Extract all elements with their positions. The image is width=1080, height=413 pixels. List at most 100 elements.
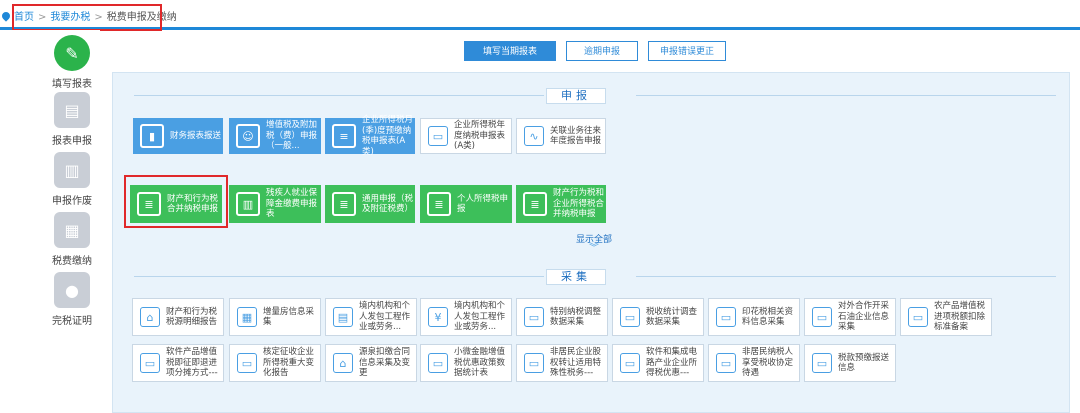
collect-item[interactable]: ▭ 小微金融增值税优惠政策数据统计表 [420, 344, 512, 382]
house-icon: ⌂ [333, 353, 353, 373]
monitor-icon: ▭ [716, 307, 736, 327]
monitor-icon: ▭ [812, 353, 832, 373]
card-label: 残疾人就业保障金缴费申报表 [266, 188, 318, 220]
collect-item[interactable]: ▭ 软件和集成电路产业企业所得税优惠--- [612, 344, 704, 382]
monitor-icon: ▭ [620, 353, 640, 373]
doc-icon: ≣ [523, 192, 547, 216]
card-label: 财产行为税和企业所得税合并纳税申报 [553, 188, 605, 220]
sidebar-item-report-declare[interactable]: ▤ 报表申报 [44, 92, 100, 147]
payment-icon: ▦ [54, 212, 90, 248]
tab-bar: 填写当期报表 逾期申报 申报错误更正 [0, 41, 1080, 63]
card-label: 增量房信息采集 [263, 306, 315, 328]
card-label: 企业所得税年度纳税申报表(A类) [454, 120, 506, 152]
building-icon: ▦ [237, 307, 257, 327]
card-label: 核定征收企业所得税重大变化报告 [263, 347, 315, 379]
sidebar-item-label: 报表申报 [52, 136, 92, 147]
section-title-collect: 采集 [546, 269, 606, 285]
card-label: 税收统计调查数据采集 [646, 306, 698, 328]
collect-item[interactable]: ▭ 税收统计调查数据采集 [612, 298, 704, 336]
chevron-down-icon: ︾ [589, 243, 599, 254]
collect-item[interactable]: ▭ 印花税相关资料信息采集 [708, 298, 800, 336]
monitor-icon: ▭ [237, 353, 257, 373]
collect-item[interactable]: ⌂ 源泉扣缴合同信息采集及变更 [325, 344, 417, 382]
collect-item[interactable]: ▭ 核定征收企业所得税重大变化报告 [229, 344, 321, 382]
tab-overdue[interactable]: 逾期申报 [566, 41, 638, 61]
monitor-icon: ▭ [428, 353, 448, 373]
card-combined-declare[interactable]: ≣ 财产行为税和企业所得税合并纳税申报 [516, 185, 606, 223]
card-label: 增值税及附加税（费）申报（一般... [266, 120, 318, 152]
collect-item[interactable]: ▭ 软件产品增值税即征即退进项分摊方式--- [132, 344, 224, 382]
divider [636, 276, 1056, 277]
house-icon: ⌂ [140, 307, 160, 327]
sidebar-item-label: 填写报表 [52, 79, 92, 90]
card-label: 境内机构和个人发包工程作业或劳务... [359, 301, 411, 333]
show-all-link[interactable]: 显示全部 ︾ [574, 232, 614, 254]
collect-item[interactable]: ▤ 境内机构和个人发包工程作业或劳务... [325, 298, 417, 336]
collect-item[interactable]: ▭ 非居民纳税人享受税收协定待遇 [708, 344, 800, 382]
collect-item[interactable]: ▭ 农产品增值税进项税额扣除标准备案 [900, 298, 992, 336]
sidebar-item-certificate[interactable]: ● 完税证明 [44, 272, 100, 327]
sidebar-item-label: 税费缴纳 [52, 256, 92, 267]
section-title-declare: 申报 [546, 88, 606, 104]
doc-icon: ≣ [332, 192, 356, 216]
tab-current-period[interactable]: 填写当期报表 [464, 41, 556, 61]
card-label: 个人所得税申报 [457, 193, 509, 215]
doc-icon: ≣ [427, 192, 451, 216]
card-label: 非居民企业股权转让适用特殊性税务--- [550, 347, 602, 379]
trend-icon: ∿ [524, 126, 544, 146]
card-label: 财产和行为税税源明细报告 [166, 306, 218, 328]
card-label: 通用申报（税及附征税费） [362, 193, 414, 215]
divider [134, 276, 544, 277]
divider [636, 95, 1056, 96]
card-label: 财务报表报送 [170, 130, 222, 141]
collect-item[interactable]: ▭ 税款预缴报送信息 [804, 344, 896, 382]
monitor-icon: ▭ [428, 126, 448, 146]
card-label: 特别纳税调整数据采集 [550, 306, 602, 328]
chart-icon: ▮ [140, 124, 164, 148]
monitor-icon: ▭ [524, 307, 544, 327]
report-icon: ▤ [54, 92, 90, 128]
card-iit-declare[interactable]: ≣ 个人所得税申报 [420, 185, 512, 223]
highlight-box [12, 4, 162, 31]
collect-item[interactable]: ▦ 增量房信息采集 [229, 298, 321, 336]
monitor-icon: ▭ [908, 307, 928, 327]
card-label: 非居民纳税人享受税收协定待遇 [742, 347, 794, 379]
card-label: 软件产品增值税即征即退进项分摊方式--- [166, 347, 218, 379]
tab-correction[interactable]: 申报错误更正 [648, 41, 726, 61]
doc-icon: ▤ [333, 307, 353, 327]
card-cit-annual[interactable]: ▭ 企业所得税年度纳税申报表(A类) [420, 118, 512, 154]
collect-item[interactable]: ▭ 特别纳税调整数据采集 [516, 298, 608, 336]
collect-item[interactable]: ▭ 非居民企业股权转让适用特殊性税务--- [516, 344, 608, 382]
card-label: 小微金融增值税优惠政策数据统计表 [454, 347, 506, 379]
card-financial-report[interactable]: ▮ 财务报表报送 [133, 118, 223, 154]
card-cit-prepay[interactable]: ≡ 企业所得税月(季)度预缴纳税申报表(A类) [325, 115, 415, 157]
card-label: 软件和集成电路产业企业所得税优惠--- [646, 347, 698, 379]
collect-item[interactable]: ▭ 对外合作开采石油企业信息采集 [804, 298, 896, 336]
collect-item[interactable]: ¥ 境内机构和个人发包工程作业或劳务... [420, 298, 512, 336]
sidebar-item-label: 完税证明 [52, 316, 92, 327]
card-label: 税款预缴报送信息 [838, 352, 890, 374]
monitor-icon: ▭ [524, 353, 544, 373]
sidebar: ✎ 填写报表 ▤ 报表申报 ▥ 申报作废 ▦ 税费缴纳 ● 完税证明 [0, 30, 100, 413]
certificate-icon: ● [54, 272, 90, 308]
card-label: 农产品增值税进项税额扣除标准备案 [934, 301, 986, 333]
void-icon: ▥ [54, 152, 90, 188]
yen-icon: ¥ [428, 307, 448, 327]
monitor-icon: ▭ [620, 307, 640, 327]
card-label: 对外合作开采石油企业信息采集 [838, 301, 890, 333]
collect-item[interactable]: ⌂ 财产和行为税税源明细报告 [132, 298, 224, 336]
card-disability-fund[interactable]: ▥ 残疾人就业保障金缴费申报表 [229, 185, 321, 223]
card-general-declare[interactable]: ≣ 通用申报（税及附征税费） [325, 185, 415, 223]
sidebar-item-label: 申报作废 [52, 196, 92, 207]
monitor-icon: ▭ [140, 353, 160, 373]
divider [134, 95, 544, 96]
card-vat-declare[interactable]: ☺ 增值税及附加税（费）申报（一般... [229, 118, 321, 154]
sidebar-item-payment[interactable]: ▦ 税费缴纳 [44, 212, 100, 267]
monitor-icon: ▭ [716, 353, 736, 373]
card-related-party[interactable]: ∿ 关联业务往来年度报告申报 [516, 118, 606, 154]
card-label: 源泉扣缴合同信息采集及变更 [359, 347, 411, 379]
card-label: 境内机构和个人发包工程作业或劳务... [454, 301, 506, 333]
card-label: 企业所得税月(季)度预缴纳税申报表(A类) [362, 115, 414, 157]
sidebar-item-void[interactable]: ▥ 申报作废 [44, 152, 100, 207]
highlight-box [124, 175, 228, 228]
